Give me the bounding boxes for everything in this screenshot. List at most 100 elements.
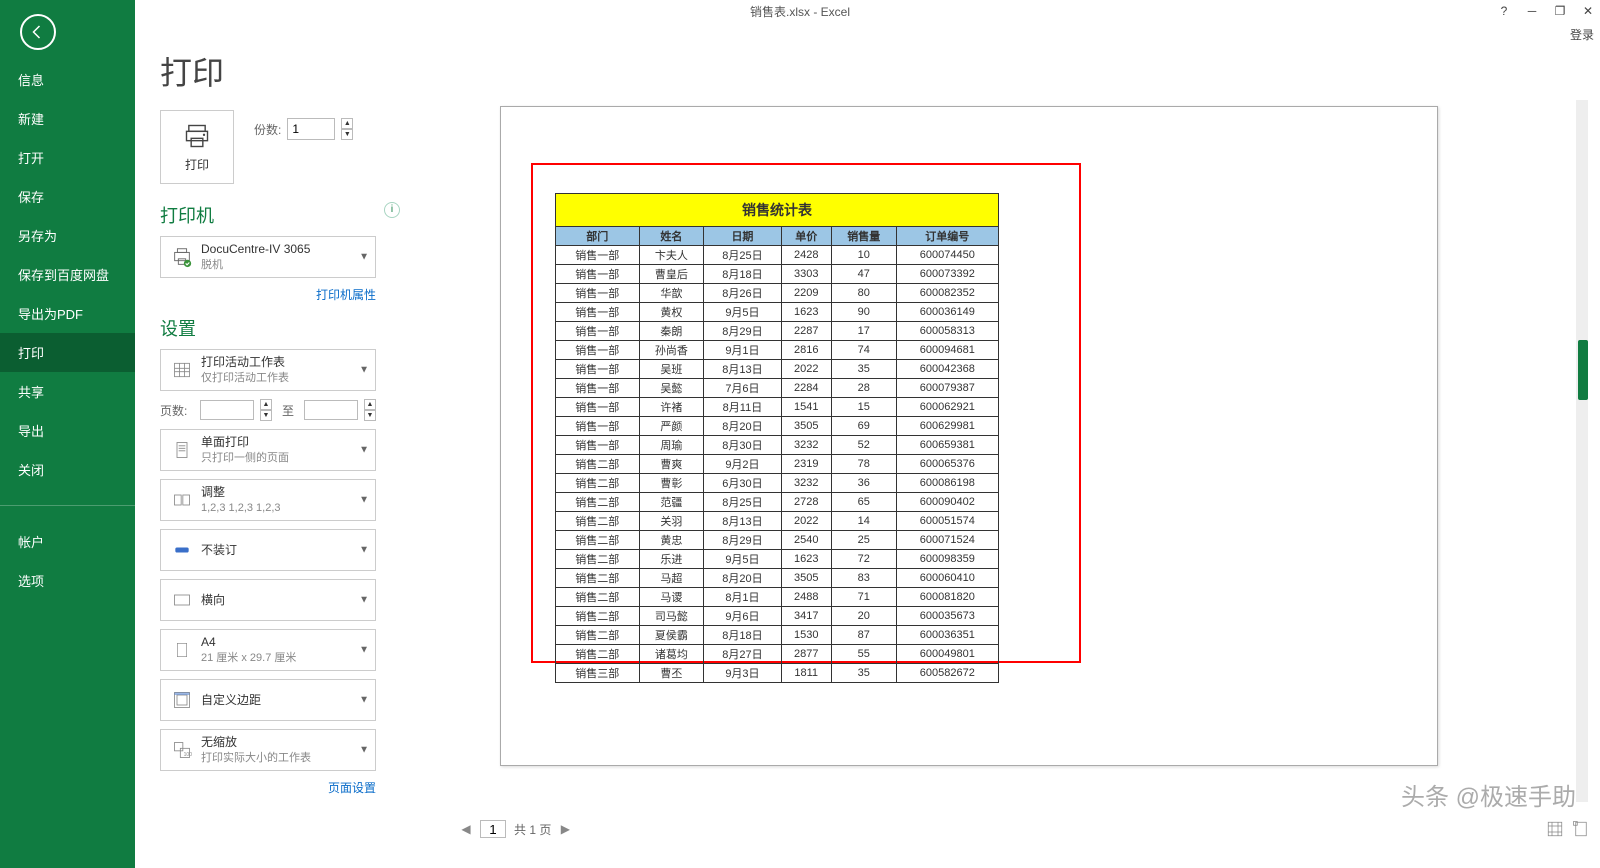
zoom-to-page-icon[interactable] — [1572, 820, 1590, 838]
back-button[interactable] — [20, 14, 56, 50]
sidebar-bottom-item-0[interactable]: 帐户 — [0, 522, 135, 561]
table-row: 销售一部吴班8月13日202235600042368 — [556, 360, 999, 379]
page-to-spinner[interactable]: ▲▼ — [364, 399, 376, 421]
chevron-down-icon: ▼ — [359, 252, 369, 263]
copies-spinner[interactable]: ▲▼ — [341, 118, 353, 140]
table-row: 销售三部曹丕9月3日181135600582672 — [556, 664, 999, 683]
table-row: 销售二部司马懿9月6日341720600035673 — [556, 607, 999, 626]
help-icon[interactable]: ? — [1496, 4, 1512, 18]
page-setup-link[interactable]: 页面设置 — [160, 779, 376, 796]
info-icon[interactable]: i — [384, 202, 400, 218]
sidebar-item-4[interactable]: 另存为 — [0, 216, 135, 255]
page-title: 打印 — [160, 48, 400, 94]
sidebar-item-7[interactable]: 打印 — [0, 333, 135, 372]
table-row: 销售二部马超8月20日350583600060410 — [556, 569, 999, 588]
landscape-icon — [172, 590, 192, 610]
collate-icon — [172, 490, 192, 510]
page-from-input[interactable] — [200, 400, 254, 420]
sidebar-item-2[interactable]: 打开 — [0, 138, 135, 177]
printer-status: 脱机 — [201, 258, 310, 273]
chevron-down-icon: ▼ — [359, 595, 369, 606]
chevron-down-icon: ▼ — [359, 365, 369, 376]
svg-text:100: 100 — [184, 752, 192, 758]
show-margins-icon[interactable] — [1546, 820, 1564, 838]
spinner-up-icon[interactable]: ▲ — [341, 118, 353, 129]
sidebar-item-9[interactable]: 导出 — [0, 411, 135, 450]
pages-to-label: 至 — [278, 402, 298, 419]
preview-page: 销售统计表部门姓名日期单价销售量订单编号销售一部卞夫人8月25日24281060… — [500, 106, 1438, 766]
table-row: 销售二部曹爽9月2日231978600065376 — [556, 455, 999, 474]
sides-dropdown[interactable]: 单面打印只打印一侧的页面 ▼ — [160, 429, 376, 471]
chevron-down-icon: ▼ — [359, 445, 369, 456]
prev-page-button[interactable]: ◀ — [460, 822, 472, 836]
sidebar-item-8[interactable]: 共享 — [0, 372, 135, 411]
table-row: 销售一部曹皇后8月18日330347600073392 — [556, 265, 999, 284]
sidebar-item-10[interactable]: 关闭 — [0, 450, 135, 489]
chevron-down-icon: ▼ — [359, 645, 369, 656]
sidebar-item-0[interactable]: 信息 — [0, 60, 135, 99]
staple-icon — [172, 540, 192, 560]
table-row: 销售一部华歆8月26日220980600082352 — [556, 284, 999, 303]
printer-icon — [183, 122, 211, 150]
restore-icon[interactable]: ❐ — [1552, 4, 1568, 18]
printer-name: DocuCentre-IV 3065 — [201, 241, 310, 257]
table-row: 销售一部孙尚香9月1日281674600094681 — [556, 341, 999, 360]
orientation-dropdown[interactable]: 横向 ▼ — [160, 579, 376, 621]
print-button[interactable]: 打印 — [160, 110, 234, 184]
table-row: 销售一部卞夫人8月25日242810600074450 — [556, 246, 999, 265]
sign-in-link[interactable]: 登录 — [1570, 26, 1594, 43]
sidebar-item-6[interactable]: 导出为PDF — [0, 294, 135, 333]
next-page-button[interactable]: ▶ — [559, 822, 571, 836]
table-row: 销售二部夏侯霸8月18日153087600036351 — [556, 626, 999, 645]
scale-dropdown[interactable]: 100 无缩放打印实际大小的工作表 ▼ — [160, 729, 376, 771]
zoom-controls — [1546, 820, 1590, 838]
margins-icon — [172, 690, 192, 710]
staple-dropdown[interactable]: 不装订 ▼ — [160, 529, 376, 571]
table-row: 销售二部诸葛均8月27日287755600049801 — [556, 645, 999, 664]
worksheet-icon — [172, 360, 192, 380]
printer-section-title: 打印机 — [160, 202, 400, 228]
column-header: 订单编号 — [896, 227, 998, 246]
chevron-down-icon: ▼ — [359, 495, 369, 506]
paper-dropdown[interactable]: A421 厘米 x 29.7 厘米 ▼ — [160, 629, 376, 671]
spinner-down-icon[interactable]: ▼ — [341, 129, 353, 140]
page-from-spinner[interactable]: ▲▼ — [260, 399, 272, 421]
window-controls: ? ─ ❐ ✕ — [1496, 0, 1596, 22]
table-row: 销售一部吴懿7月6日228428600079387 — [556, 379, 999, 398]
minimize-icon[interactable]: ─ — [1524, 4, 1540, 18]
printer-device-icon — [171, 246, 193, 268]
page-to-input[interactable] — [304, 400, 358, 420]
close-icon[interactable]: ✕ — [1580, 4, 1596, 18]
arrow-left-icon — [29, 23, 47, 41]
copies-label: 份数: — [254, 121, 281, 138]
print-preview: 销售统计表部门姓名日期单价销售量订单编号销售一部卞夫人8月25日24281060… — [460, 100, 1588, 802]
sidebar-item-1[interactable]: 新建 — [0, 99, 135, 138]
current-page-input[interactable] — [480, 820, 506, 838]
copies-input[interactable] — [287, 118, 335, 140]
total-pages-label: 共 1 页 — [514, 821, 551, 838]
column-header: 部门 — [556, 227, 640, 246]
sidebar-item-5[interactable]: 保存到百度网盘 — [0, 255, 135, 294]
window-title: 销售表.xlsx - Excel — [750, 3, 850, 20]
data-table: 销售统计表部门姓名日期单价销售量订单编号销售一部卞夫人8月25日24281060… — [555, 193, 999, 683]
print-what-dropdown[interactable]: 打印活动工作表仅打印活动工作表 ▼ — [160, 349, 376, 391]
table-row: 销售二部关羽8月13日202214600051574 — [556, 512, 999, 531]
print-settings-panel: 打印 打印 份数: ▲▼ 打印机 i DocuCentre-IV 3065脱机 … — [160, 48, 400, 806]
page-side-icon — [172, 440, 192, 460]
table-row: 销售二部曹彰6月30日323236600086198 — [556, 474, 999, 493]
collate-dropdown[interactable]: 调整1,2,3 1,2,3 1,2,3 ▼ — [160, 479, 376, 521]
chevron-down-icon: ▼ — [359, 745, 369, 756]
margins-dropdown[interactable]: 自定义边距 ▼ — [160, 679, 376, 721]
table-row: 销售二部乐进9月5日162372600098359 — [556, 550, 999, 569]
table-row: 销售一部秦朗8月29日228717600058313 — [556, 322, 999, 341]
scrollbar-thumb[interactable] — [1578, 340, 1588, 400]
table-row: 销售二部马谡8月1日248871600081820 — [556, 588, 999, 607]
table-row: 销售一部严颜8月20日350569600629981 — [556, 417, 999, 436]
printer-props-link[interactable]: 打印机属性 — [160, 286, 376, 303]
printer-dropdown[interactable]: DocuCentre-IV 3065脱机 ▼ — [160, 236, 376, 278]
title-bar: 销售表.xlsx - Excel ? ─ ❐ ✕ — [0, 0, 1600, 22]
sidebar-bottom-item-1[interactable]: 选项 — [0, 561, 135, 600]
sidebar-item-3[interactable]: 保存 — [0, 177, 135, 216]
table-row: 销售一部黄权9月5日162390600036149 — [556, 303, 999, 322]
preview-scrollbar[interactable] — [1576, 100, 1588, 802]
